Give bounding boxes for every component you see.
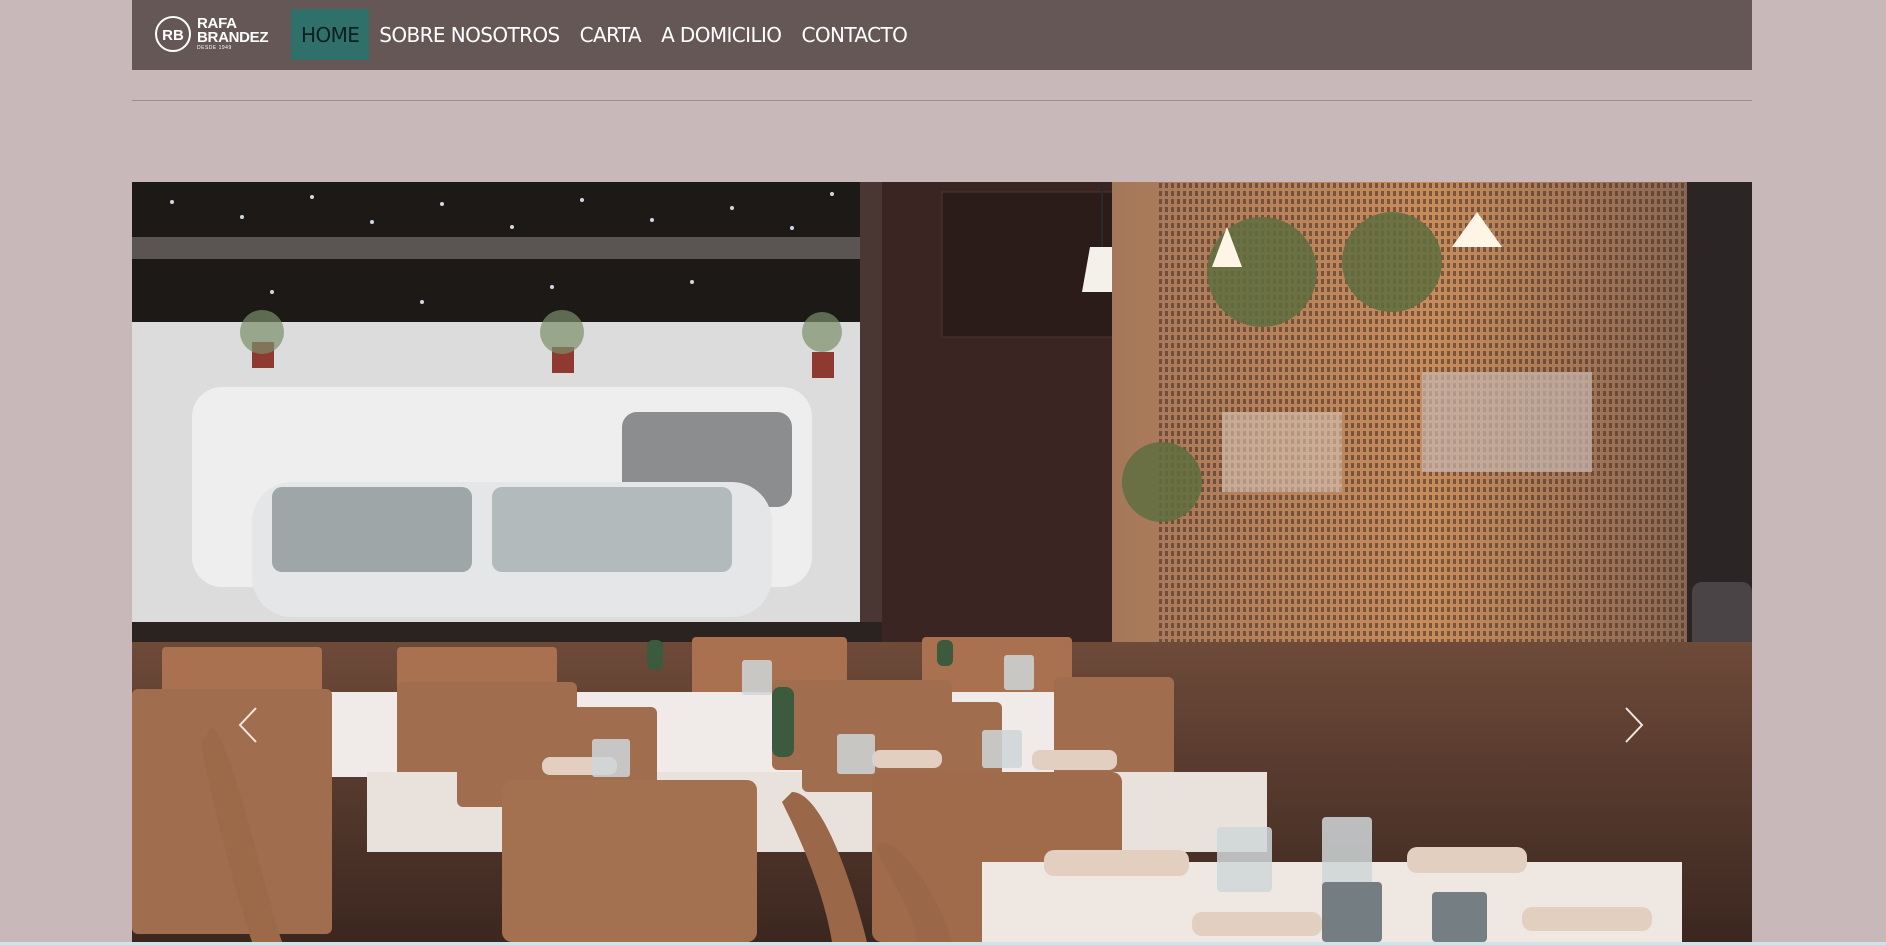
svg-text:RB: RB xyxy=(162,27,184,44)
header-divider xyxy=(132,100,1752,101)
carousel-next-button[interactable] xyxy=(1612,700,1652,750)
nav-a-domicilio[interactable]: A DOMICILIO xyxy=(651,9,791,60)
main-nav: HOME SOBRE NOSOTROS CARTA A DOMICILIO CO… xyxy=(291,9,917,60)
brand-logo[interactable]: RB RAFA BRANDEZ DESDE 1949 xyxy=(154,12,272,56)
top-navbar: RB RAFA BRANDEZ DESDE 1949 HOME SOBRE NO… xyxy=(132,0,1752,70)
nav-sobre-nosotros[interactable]: SOBRE NOSOTROS xyxy=(369,9,569,60)
brand-name: RAFA BRANDEZ DESDE 1949 xyxy=(197,16,269,51)
brand-name-line2: BRANDEZ xyxy=(197,29,269,46)
carousel-prev-button[interactable] xyxy=(230,700,270,750)
nav-home[interactable]: HOME xyxy=(291,9,370,60)
nav-contacto[interactable]: CONTACTO xyxy=(791,9,917,60)
restaurant-interior-photo xyxy=(132,182,1752,942)
nav-carta[interactable]: CARTA xyxy=(570,9,651,60)
chevron-right-icon xyxy=(1625,707,1644,743)
hero-carousel[interactable] xyxy=(132,182,1752,942)
monogram-icon: RB xyxy=(155,16,191,52)
chevron-left-icon xyxy=(238,707,257,743)
